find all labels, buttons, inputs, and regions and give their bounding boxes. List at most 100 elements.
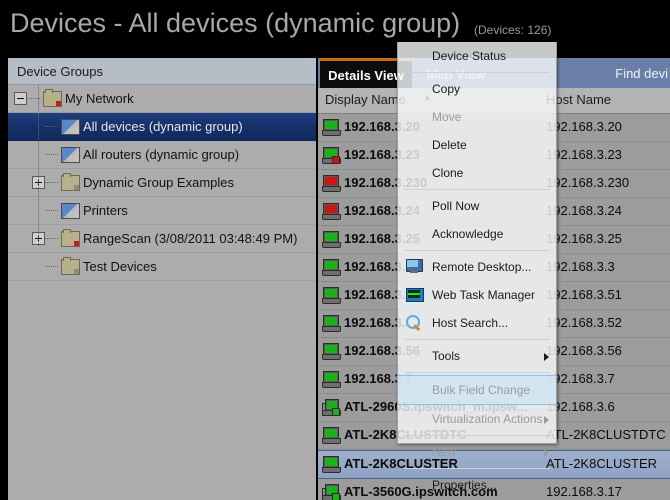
menu-item-properties[interactable]: Properties... bbox=[398, 471, 556, 499]
device-status-icon bbox=[322, 427, 341, 444]
menu-item-poll-now[interactable]: Poll Now bbox=[398, 192, 556, 220]
menu-separator bbox=[404, 72, 550, 73]
folder-blue-icon bbox=[61, 202, 80, 219]
page-title: Devices - All devices (dynamic group) bbox=[10, 8, 461, 38]
menu-item-label: Acknowledge bbox=[432, 227, 504, 241]
task-manager-icon bbox=[406, 287, 424, 302]
device-status-icon bbox=[322, 119, 341, 136]
menu-item-acknowledge[interactable]: Acknowledge bbox=[398, 220, 556, 248]
menu-item-label: Properties... bbox=[432, 478, 497, 492]
device-status-icon bbox=[322, 399, 341, 416]
cell-host-name: 192.168.3.25 bbox=[546, 231, 622, 246]
menu-item-label: Host Search... bbox=[432, 316, 509, 330]
device-count-label: (Devices: 126) bbox=[474, 23, 552, 37]
folder-tan-red-icon bbox=[61, 228, 80, 247]
menu-item-label: Copy bbox=[432, 82, 461, 96]
device-status-icon bbox=[322, 456, 341, 473]
folder-tan-red-icon bbox=[43, 88, 62, 107]
context-menu[interactable]: Device Status Copy Move Delete Clone Poll Now… bbox=[397, 42, 557, 492]
tree-item-dynamic-group-examples[interactable]: Dynamic Group Examples bbox=[8, 169, 316, 197]
magnifier-icon bbox=[406, 315, 423, 332]
device-status-icon bbox=[322, 231, 341, 248]
menu-item-label: Web Task Manager bbox=[432, 288, 535, 302]
find-devices-label[interactable]: Find devi bbox=[615, 61, 668, 85]
menu-item-label: Move bbox=[432, 110, 462, 124]
cell-host-name: 192.168.3.20 bbox=[546, 119, 622, 134]
menu-item-tools[interactable]: Tools bbox=[398, 342, 556, 370]
folder-tan-icon bbox=[61, 172, 80, 191]
menu-separator bbox=[404, 339, 550, 340]
tree-connector bbox=[45, 266, 59, 267]
menu-item-bulk-field-change: Bulk Field Change bbox=[398, 375, 556, 405]
device-groups-header-label: Device Groups bbox=[17, 63, 103, 79]
menu-separator bbox=[404, 435, 550, 436]
tree-vertical-connector bbox=[38, 85, 39, 247]
menu-item-label: New bbox=[432, 445, 457, 459]
menu-separator bbox=[404, 468, 550, 469]
menu-item-copy[interactable]: Copy bbox=[398, 75, 556, 103]
device-status-icon bbox=[322, 203, 341, 220]
tree-item-label: Test Devices bbox=[83, 259, 157, 274]
cell-host-name: 192.168.3.51 bbox=[546, 287, 622, 302]
menu-item-label: Poll Now bbox=[432, 199, 480, 213]
cell-host-name: ATL-2K8CLUSTDTC bbox=[546, 427, 666, 442]
cell-host-name: 192.168.3.52 bbox=[546, 315, 622, 330]
tree-connector bbox=[45, 126, 59, 127]
tree-item-label: Dynamic Group Examples bbox=[83, 175, 234, 190]
menu-item-virtualization-actions: Virtualization Actions bbox=[398, 405, 556, 433]
tree-item-printers[interactable]: Printers bbox=[8, 197, 316, 225]
device-groups-tree[interactable]: My Network All devices (dynamic group) All… bbox=[8, 85, 316, 281]
tree-item-label: My Network bbox=[65, 91, 134, 106]
folder-blue-icon bbox=[61, 118, 80, 135]
column-header-display-name[interactable]: Display Name bbox=[325, 92, 406, 107]
device-status-icon bbox=[322, 371, 341, 388]
menu-item-delete[interactable]: Delete bbox=[398, 131, 556, 159]
submenu-arrow-icon bbox=[544, 449, 549, 457]
device-groups-panel: Device Groups My Network All devices (dyn… bbox=[8, 58, 316, 500]
tree-item-label: Printers bbox=[83, 203, 128, 218]
folder-blue-icon bbox=[61, 146, 80, 163]
tree-item-label: All routers (dynamic group) bbox=[83, 147, 240, 162]
menu-item-label: Device Status bbox=[432, 49, 507, 63]
tree-expander-minus-icon[interactable] bbox=[14, 92, 27, 105]
cell-host-name: 192.168.3.17 bbox=[546, 484, 622, 499]
folder-tan-icon bbox=[61, 256, 80, 275]
menu-item-new: New bbox=[398, 438, 556, 466]
device-groups-header: Device Groups bbox=[8, 58, 316, 85]
device-status-icon bbox=[322, 147, 341, 164]
device-status-icon bbox=[322, 175, 341, 192]
submenu-arrow-icon bbox=[544, 416, 549, 424]
submenu-arrow-icon bbox=[544, 353, 549, 361]
cell-host-name: 192.168.3.23 bbox=[546, 147, 622, 162]
menu-item-label: Clone bbox=[432, 166, 464, 180]
menu-item-label: Remote Desktop... bbox=[432, 260, 532, 274]
tree-connector bbox=[45, 154, 59, 155]
device-status-icon bbox=[322, 287, 341, 304]
tree-connector bbox=[45, 238, 59, 239]
menu-item-device-status[interactable]: Device Status bbox=[398, 42, 556, 70]
tree-item-my-network[interactable]: My Network bbox=[8, 85, 316, 113]
tree-item-label: RangeScan (3/08/2011 03:48:49 PM) bbox=[83, 231, 298, 246]
menu-item-host-search[interactable]: Host Search... bbox=[398, 309, 556, 337]
menu-separator bbox=[404, 189, 550, 190]
menu-item-label: Virtualization Actions bbox=[432, 412, 543, 426]
monitor-icon bbox=[406, 259, 423, 274]
menu-item-web-task-manager[interactable]: Web Task Manager bbox=[398, 281, 556, 309]
menu-separator bbox=[404, 372, 550, 373]
tree-item-all-devices-dynamic-group[interactable]: All devices (dynamic group) bbox=[8, 113, 316, 141]
device-status-icon bbox=[322, 484, 341, 500]
device-status-icon bbox=[322, 315, 341, 332]
device-status-icon bbox=[322, 343, 341, 360]
menu-item-label: Delete bbox=[432, 138, 467, 152]
menu-item-remote-desktop[interactable]: Remote Desktop... bbox=[398, 253, 556, 281]
cell-host-name: 192.168.3.230 bbox=[546, 175, 630, 190]
title-bar: Devices - All devices (dynamic group) (D… bbox=[0, 0, 670, 52]
menu-item-label: Tools bbox=[432, 349, 461, 363]
tree-item-rangescan-3-08-2011-03-48-49-pm[interactable]: RangeScan (3/08/2011 03:48:49 PM) bbox=[8, 225, 316, 253]
menu-item-clone[interactable]: Clone bbox=[398, 159, 556, 187]
menu-separator bbox=[404, 250, 550, 251]
tree-item-all-routers-dynamic-group[interactable]: All routers (dynamic group) bbox=[8, 141, 316, 169]
cell-host-name: 192.168.3.24 bbox=[546, 203, 622, 218]
tree-item-label: All devices (dynamic group) bbox=[83, 119, 243, 134]
tree-item-test-devices[interactable]: Test Devices bbox=[8, 253, 316, 281]
